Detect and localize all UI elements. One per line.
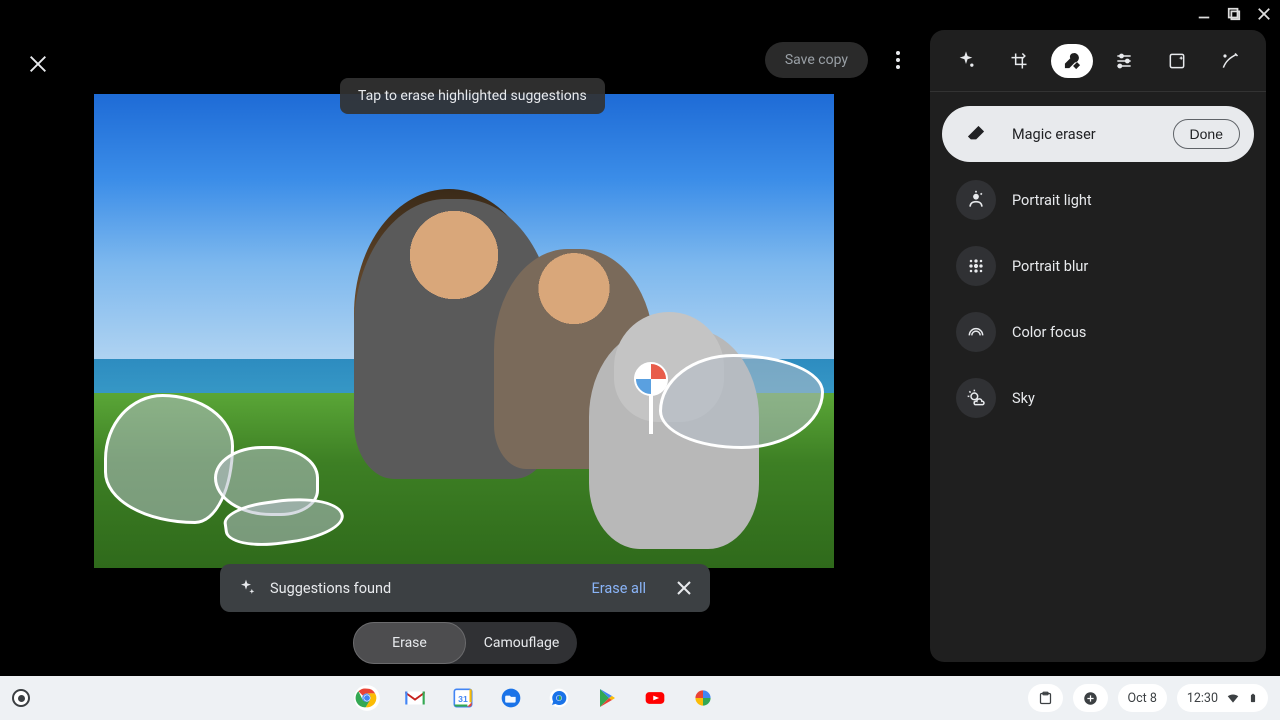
app-files[interactable] [497, 684, 525, 712]
tool-magic-eraser[interactable]: Magic eraser Done [942, 106, 1254, 162]
save-copy-button[interactable]: Save copy [765, 42, 868, 78]
wifi-icon [1226, 691, 1240, 705]
more-vert-icon [886, 48, 910, 72]
tab-filters[interactable] [1156, 44, 1198, 78]
window-minimize-button[interactable] [1196, 6, 1212, 22]
app-calendar[interactable]: 31 [449, 684, 477, 712]
tool-portrait-light[interactable]: Portrait light [942, 172, 1254, 228]
tool-portrait-blur[interactable]: Portrait blur [942, 238, 1254, 294]
photo-content [94, 94, 834, 568]
app-messages[interactable] [545, 684, 573, 712]
eraser-icon [956, 114, 996, 154]
filters-icon [1167, 51, 1187, 71]
portrait-blur-icon [956, 246, 996, 286]
overflow-menu-button[interactable] [886, 48, 910, 72]
markup-icon [1220, 51, 1240, 71]
photo-canvas[interactable] [94, 94, 834, 568]
shelf-tote-button[interactable] [1028, 684, 1063, 712]
tool-label: Sky [1012, 390, 1240, 407]
tab-crop[interactable] [998, 44, 1040, 78]
mode-camouflage[interactable]: Camouflage [466, 622, 577, 664]
crop-icon [1009, 51, 1029, 71]
date-label: Oct 8 [1128, 691, 1157, 706]
suggestions-toast: Suggestions found Erase all [220, 564, 710, 612]
tool-color-focus[interactable]: Color focus [942, 304, 1254, 360]
sliders-icon [1114, 51, 1134, 71]
window-maximize-button[interactable] [1226, 6, 1242, 22]
tab-adjust[interactable] [1103, 44, 1145, 78]
sparkle-icon [236, 578, 256, 598]
status-tray[interactable]: 12:30 [1177, 684, 1268, 712]
suggestions-label: Suggestions found [270, 580, 568, 597]
editor-panel: Magic eraser Done Portrait light Portrai… [930, 30, 1266, 662]
tool-label: Portrait blur [1012, 258, 1240, 275]
taskbar: 31 Oct [0, 676, 1280, 720]
tool-label: Magic eraser [1012, 126, 1157, 143]
app-photos[interactable] [689, 684, 717, 712]
battery-icon [1248, 690, 1258, 706]
dismiss-suggestions-button[interactable] [670, 574, 698, 602]
tab-tools[interactable] [1051, 44, 1093, 78]
hint-tooltip: Tap to erase highlighted suggestions [340, 78, 605, 114]
tool-label: Portrait light [1012, 192, 1240, 209]
tab-suggestions[interactable] [945, 44, 987, 78]
app-chrome[interactable] [353, 684, 381, 712]
done-button[interactable]: Done [1173, 119, 1240, 149]
mode-segmented-control: Erase Camouflage [353, 622, 577, 664]
portrait-light-icon [956, 180, 996, 220]
erase-all-button[interactable]: Erase all [582, 574, 656, 603]
color-focus-icon [956, 312, 996, 352]
sparkle-icon [956, 51, 976, 71]
tools-icon [1062, 51, 1082, 71]
close-editor-button[interactable] [22, 48, 54, 80]
launcher-button[interactable] [12, 689, 30, 707]
shelf-add-button[interactable] [1073, 684, 1108, 712]
app-youtube[interactable] [641, 684, 669, 712]
window-close-button[interactable] [1256, 6, 1272, 22]
erase-suggestion-1[interactable] [104, 394, 234, 524]
sky-icon [956, 378, 996, 418]
status-date[interactable]: Oct 8 [1118, 684, 1167, 712]
tool-sky[interactable]: Sky [942, 370, 1254, 426]
mode-erase[interactable]: Erase [353, 622, 466, 664]
tool-label: Color focus [1012, 324, 1240, 341]
tab-markup[interactable] [1209, 44, 1251, 78]
svg-text:31: 31 [458, 694, 468, 704]
app-gmail[interactable] [401, 684, 429, 712]
time-label: 12:30 [1187, 691, 1218, 706]
app-play-store[interactable] [593, 684, 621, 712]
